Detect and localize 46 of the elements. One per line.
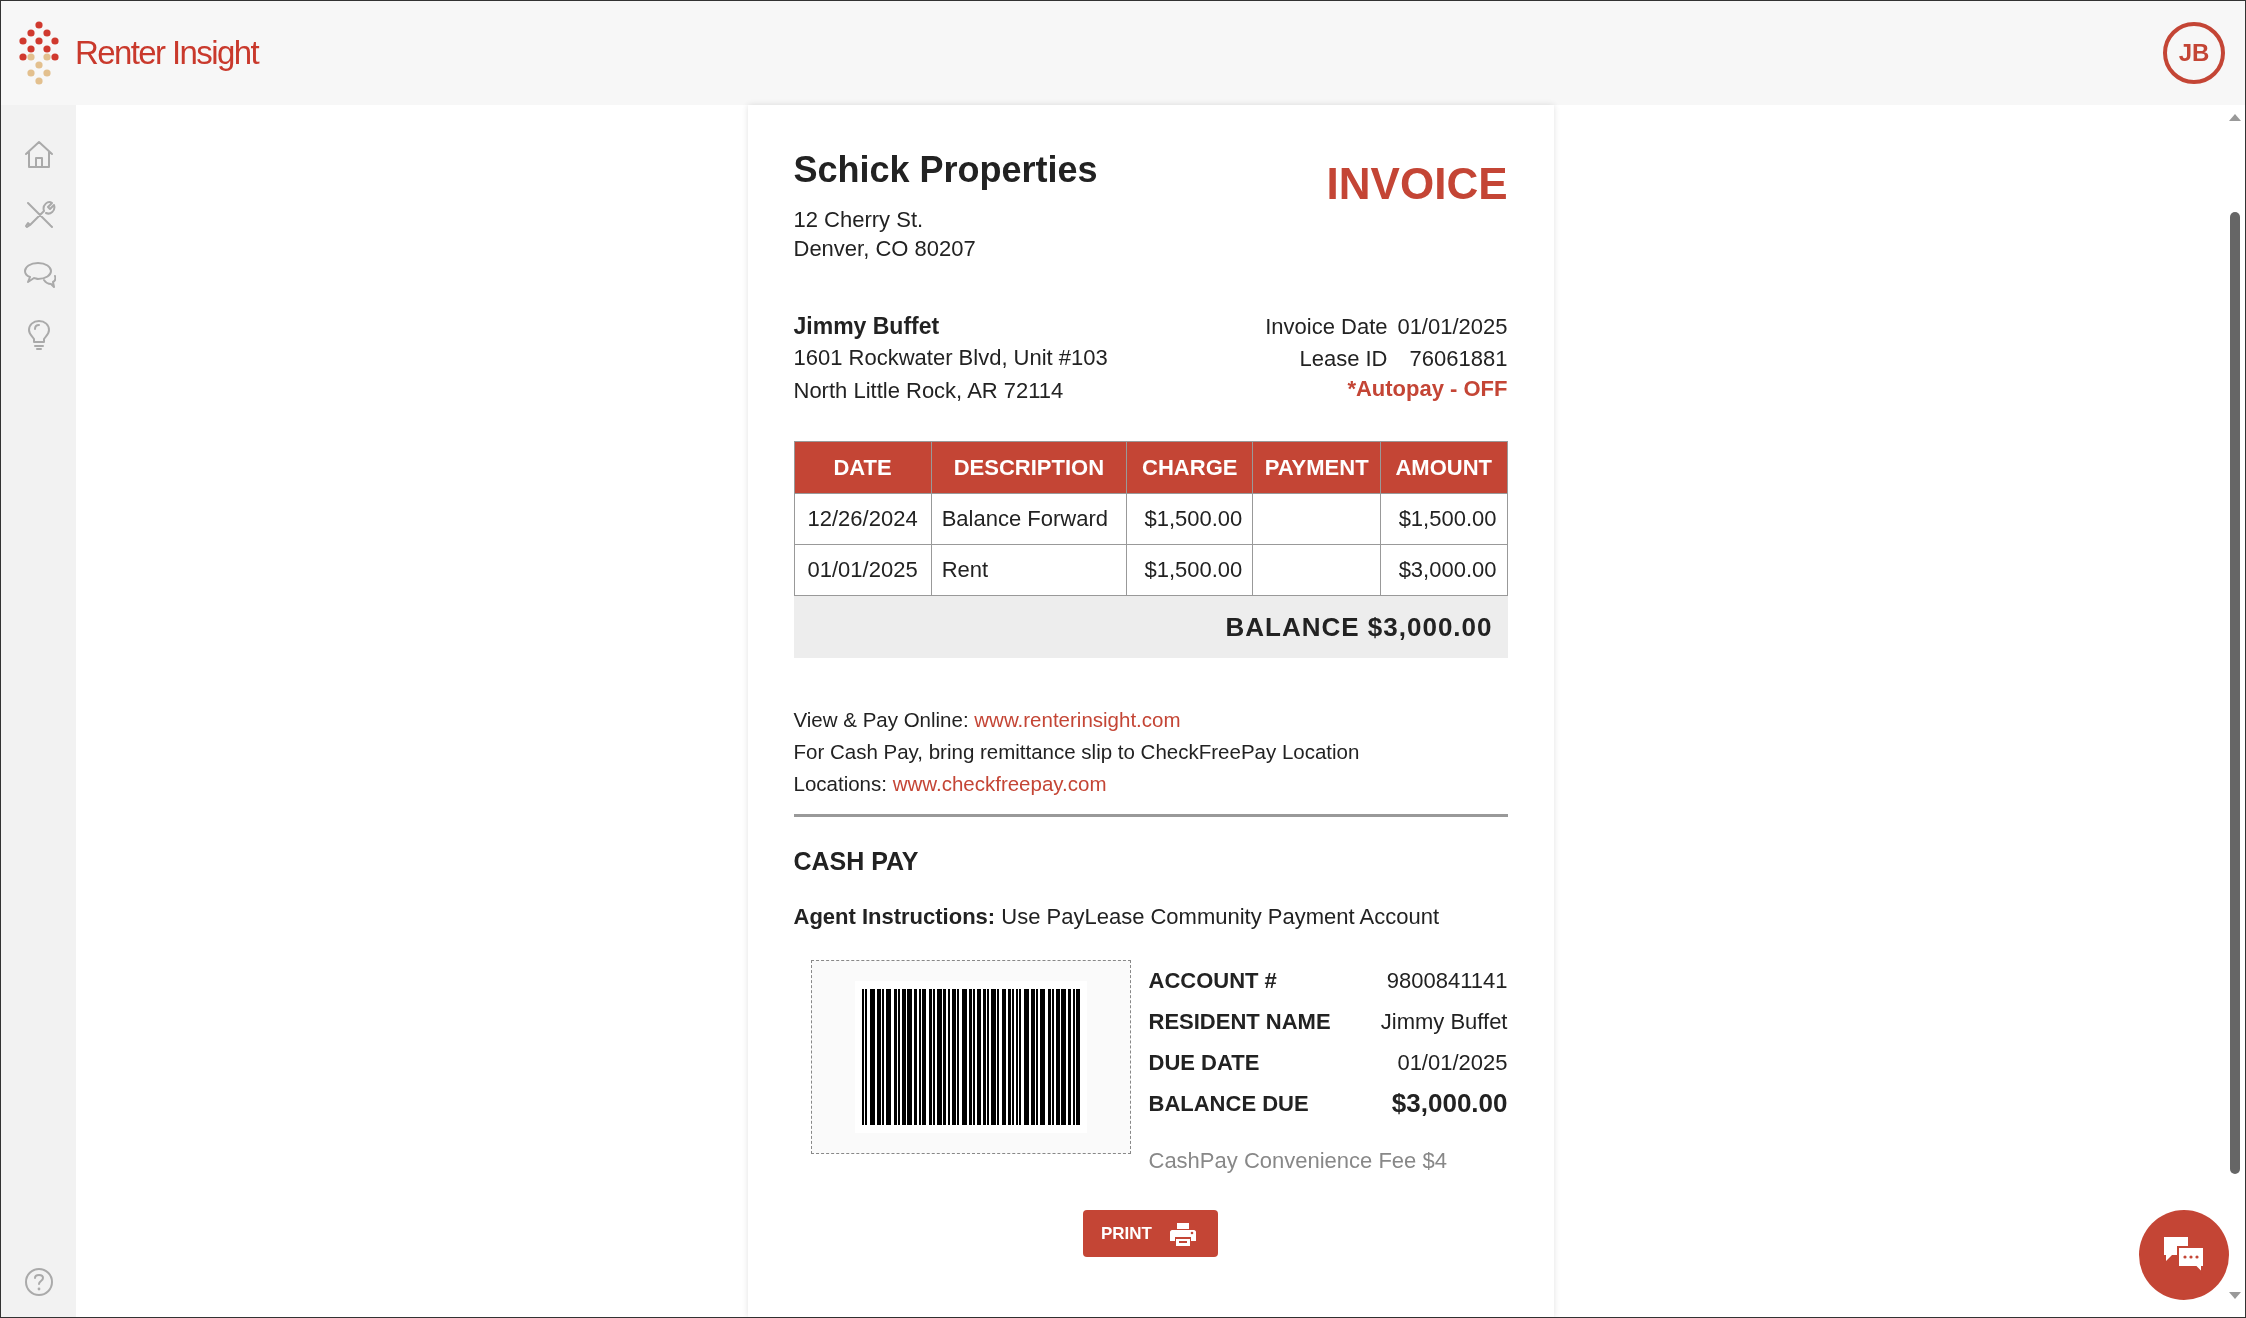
detail-value: 01/01/2025 bbox=[1397, 1049, 1508, 1076]
website-link[interactable]: www.renterinsight.com bbox=[974, 708, 1181, 731]
column-header: PAYMENT bbox=[1252, 441, 1381, 494]
detail-label: RESIDENT NAME bbox=[1148, 1008, 1331, 1035]
website-link[interactable]: www.checkfreepay.com bbox=[892, 772, 1107, 795]
column-header: CHARGE bbox=[1126, 441, 1253, 494]
detail-label: BALANCE DUE bbox=[1148, 1090, 1309, 1117]
printer-icon bbox=[1170, 1221, 1196, 1246]
column-header: DATE bbox=[794, 441, 932, 494]
column-header: AMOUNT bbox=[1380, 441, 1507, 494]
print-button[interactable]: PRINT bbox=[1083, 1210, 1218, 1257]
detail-label: DUE DATE bbox=[1148, 1049, 1260, 1076]
autopay-status: *Autopay - OFF bbox=[1346, 375, 1508, 403]
payment-note: View & Pay Online: www.renterinsight.com bbox=[793, 707, 1182, 733]
tenant-name: Jimmy Buffet bbox=[793, 312, 941, 341]
user-avatar[interactable]: JB bbox=[2163, 22, 2225, 84]
meta-value: 76061881 bbox=[1408, 345, 1508, 373]
column-header: DESCRIPTION bbox=[931, 441, 1127, 494]
table-cell: Rent bbox=[931, 544, 1127, 596]
table-cell: 01/01/2025 bbox=[794, 544, 932, 596]
table-cell: $1,500.00 bbox=[1126, 493, 1253, 545]
detail-value: Jimmy Buffet bbox=[1380, 1008, 1508, 1035]
invoice-title: INVOICE bbox=[1326, 159, 1508, 210]
company-address-line: Denver, CO 80207 bbox=[793, 235, 977, 263]
fee-note: CashPay Convenience Fee $4 bbox=[1148, 1148, 1448, 1174]
meta-value: 01/01/2025 bbox=[1396, 313, 1508, 341]
detail-value: $3,000.00 bbox=[1391, 1088, 1508, 1119]
detail-label: ACCOUNT # bbox=[1148, 967, 1277, 994]
table-cell: $1,500.00 bbox=[1126, 544, 1253, 596]
balance-total: BALANCE $3,000.00 bbox=[793, 596, 1508, 658]
section-title: CASH PAY bbox=[793, 847, 920, 876]
company-name: Schick Properties bbox=[793, 149, 1098, 191]
table-cell: $1,500.00 bbox=[1380, 493, 1507, 545]
agent-instructions: Agent Instructions: Use PayLease Community Payment Account bbox=[793, 904, 1441, 930]
detail-value: 9800841141 bbox=[1386, 967, 1508, 994]
meta-label: Invoice Date bbox=[1265, 313, 1388, 341]
payment-note: Locations: www.checkfreepay.com bbox=[793, 771, 1108, 797]
meta-label: Lease ID bbox=[1299, 345, 1388, 373]
tenant-address-line: 1601 Rockwater Blvd, Unit #103 bbox=[793, 344, 1108, 372]
payment-note: For Cash Pay, bring remittance slip to CheckFreePay Location bbox=[793, 739, 1361, 765]
tenant-address-line: North Little Rock, AR 72114 bbox=[793, 377, 1065, 405]
table-cell: Balance Forward bbox=[931, 493, 1127, 545]
table-cell: $3,000.00 bbox=[1380, 544, 1507, 596]
logo-text: Renter Insight bbox=[75, 33, 259, 73]
company-address-line: 12 Cherry St. bbox=[793, 206, 925, 234]
table-cell: 12/26/2024 bbox=[794, 493, 932, 545]
